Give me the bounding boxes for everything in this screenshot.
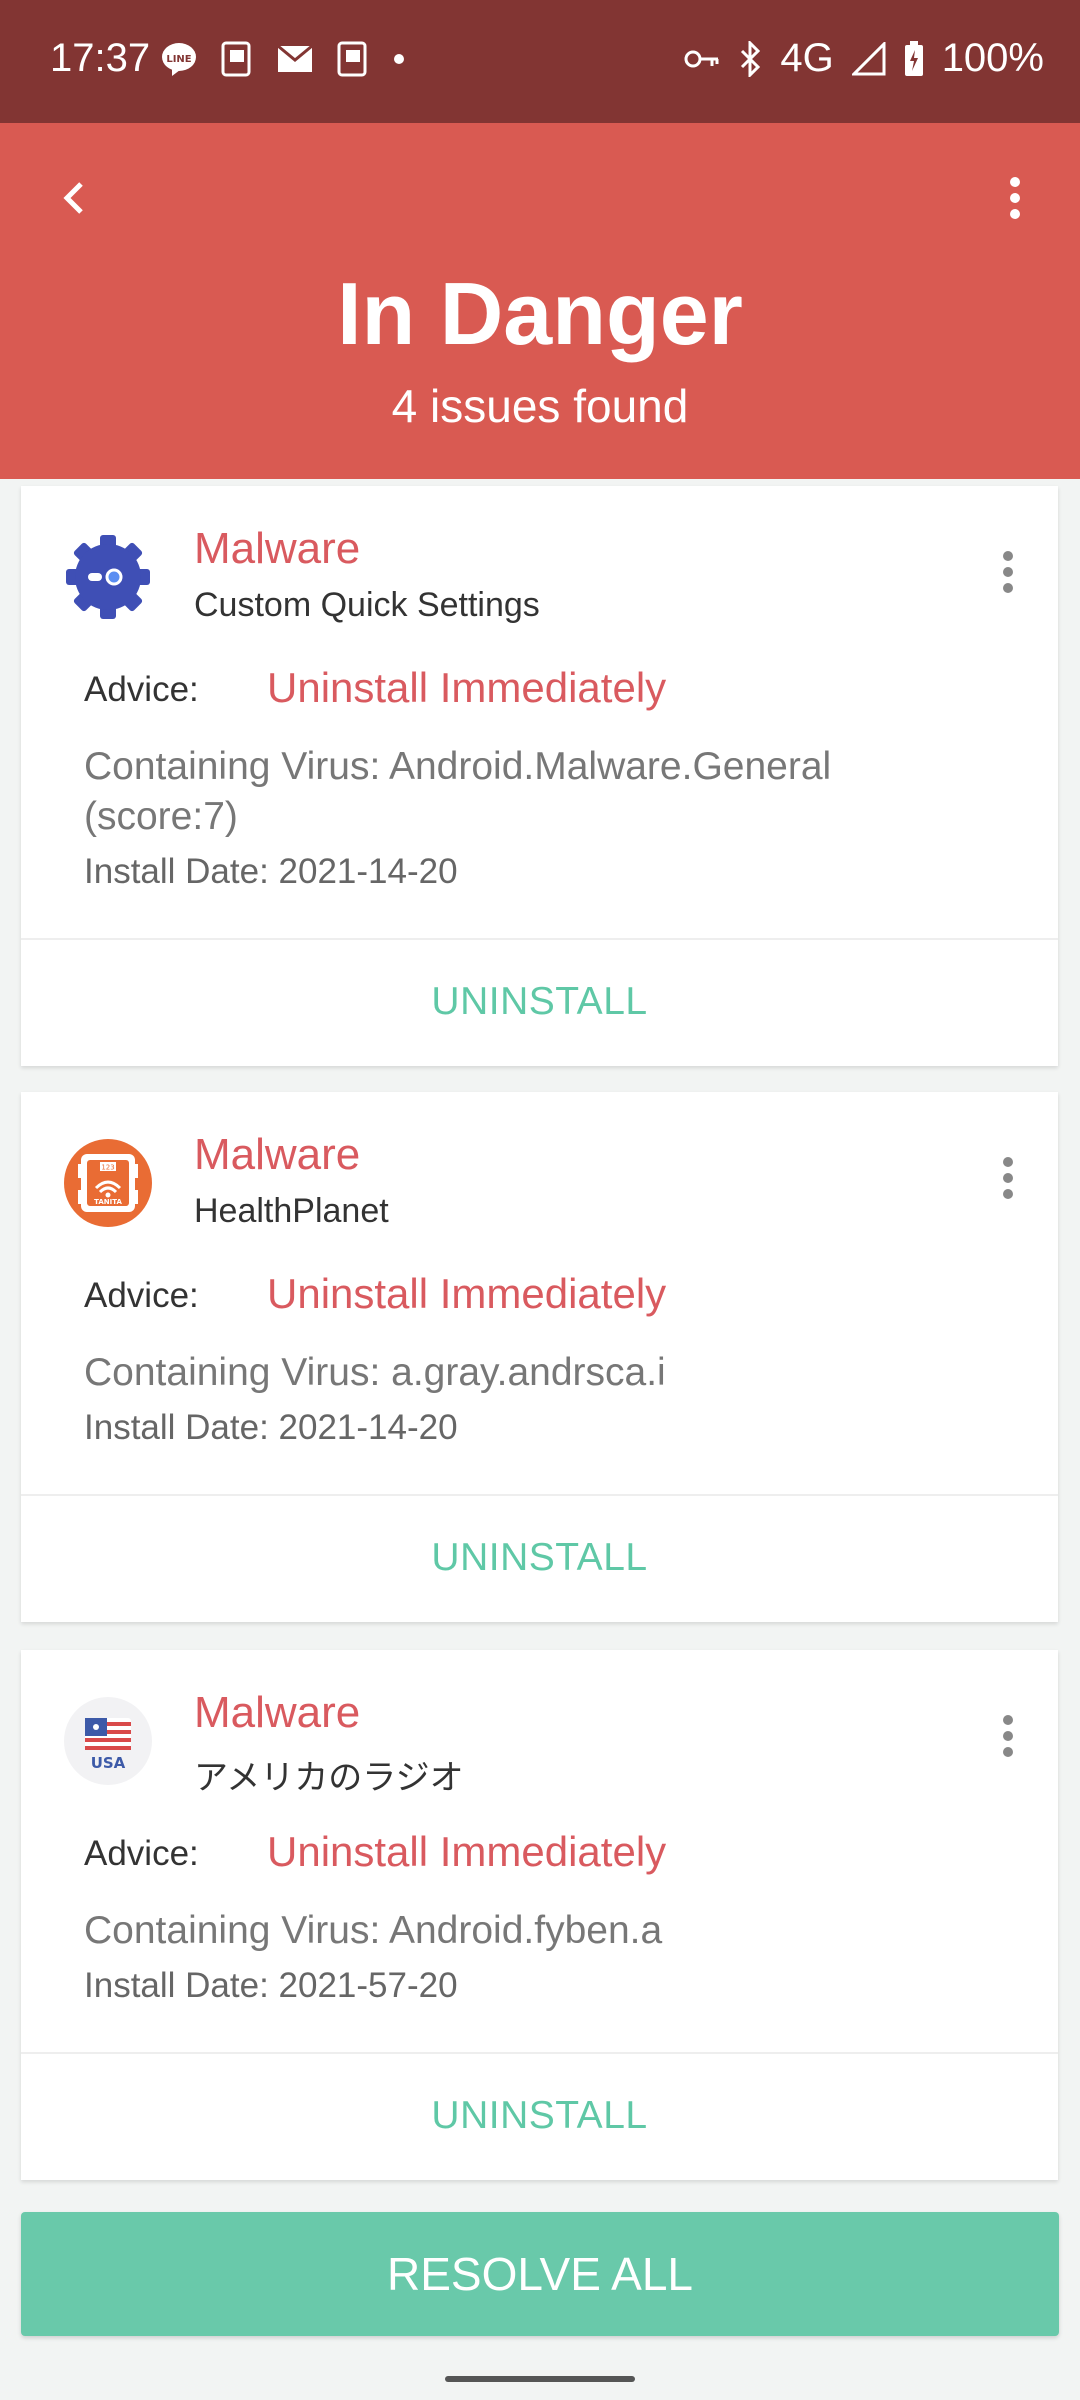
svg-text:LINE: LINE	[166, 54, 191, 65]
install-date: Install Date: 2021-57-20	[84, 1966, 458, 2005]
battery-icon	[904, 40, 924, 77]
bluetooth-icon	[738, 40, 762, 77]
virus-line: Containing Virus: Android.fyben.a	[84, 1909, 663, 1952]
overflow-menu-button[interactable]	[980, 163, 1050, 233]
card-more-button[interactable]	[988, 1148, 1028, 1208]
advice-value: Uninstall Immediately	[267, 664, 667, 711]
notification-icons: LINE	[160, 40, 406, 78]
virus-info: Containing Virus: Android.Malware.Genera…	[84, 742, 1004, 842]
install-date: Install Date: 2021-14-20	[84, 852, 458, 891]
more-vert-icon	[1003, 1715, 1013, 1757]
resolve-all-button[interactable]: RESOLVE ALL	[21, 2212, 1059, 2336]
advice-value: Uninstall Immediately	[267, 1270, 667, 1317]
advice-label: Advice:	[84, 1276, 199, 1315]
notification-icon	[336, 40, 370, 78]
issue-card: Malware Custom Quick Settings Advice: Un…	[21, 486, 1058, 1066]
issues-count: 4 issues found	[391, 380, 689, 432]
advice-label: Advice:	[84, 1834, 199, 1873]
advice-value: Uninstall Immediately	[267, 1828, 667, 1875]
page-title: In Danger	[337, 264, 743, 363]
mail-icon	[276, 44, 314, 74]
divider	[21, 1494, 1058, 1496]
more-vert-icon	[1010, 177, 1020, 219]
card-more-button[interactable]	[988, 1706, 1028, 1766]
usa-flag-icon: USA	[63, 1696, 153, 1786]
uninstall-button[interactable]: UNINSTALL	[21, 980, 1058, 1024]
virus-info: Containing Virus: a.gray.andrsca.i	[84, 1348, 1004, 1398]
status-bar: 17:37 LINE 4G 100%	[0, 0, 1080, 123]
scale-display-text: 123	[101, 1164, 114, 1172]
virus-line: Containing Virus: Android.Malware.Genera…	[84, 745, 832, 788]
uninstall-button[interactable]: UNINSTALL	[21, 2094, 1058, 2138]
back-button[interactable]	[40, 163, 110, 233]
usa-label-text: USA	[91, 1754, 126, 1772]
threat-type: Malware	[194, 1130, 361, 1179]
divider	[21, 938, 1058, 940]
signal-icon	[851, 41, 886, 76]
threat-type: Malware	[194, 1688, 361, 1737]
app-name: HealthPlanet	[194, 1192, 389, 1230]
advice-label: Advice:	[84, 670, 199, 709]
card-more-button[interactable]	[988, 542, 1028, 602]
virus-info: Containing Virus: Android.fyben.a	[84, 1906, 1004, 1956]
danger-header: In Danger 4 issues found	[0, 123, 1080, 479]
install-date: Install Date: 2021-14-20	[84, 1408, 458, 1447]
network-label: 4G	[780, 36, 834, 80]
battery-percent: 100%	[941, 36, 1044, 80]
threat-type: Malware	[194, 524, 361, 573]
divider	[21, 2052, 1058, 2054]
line-icon: LINE	[160, 41, 198, 77]
scale-icon: 123 TANITA	[63, 1138, 153, 1228]
issue-card: USA Malware アメリカのラジオ Advice: Uninstall I…	[21, 1650, 1058, 2180]
gear-icon	[63, 532, 153, 622]
status-right: 4G 100%	[684, 36, 1044, 81]
virus-line: (score:7)	[84, 795, 238, 838]
app-name: Custom Quick Settings	[194, 586, 540, 624]
more-vert-icon	[1003, 551, 1013, 593]
uninstall-button[interactable]: UNINSTALL	[21, 1536, 1058, 1580]
status-time: 17:37	[50, 36, 151, 80]
app-name: アメリカのラジオ	[194, 1759, 464, 1797]
notification-icon	[220, 40, 254, 78]
issue-card: 123 TANITA Malware HealthPlanet Advice: U…	[21, 1092, 1058, 1622]
virus-line: Containing Virus: a.gray.andrsca.i	[84, 1351, 666, 1394]
chevron-left-icon	[63, 182, 83, 214]
home-indicator[interactable]	[445, 2376, 635, 2382]
dot-icon	[392, 52, 406, 66]
vpn-key-icon	[684, 48, 720, 70]
scale-brand-text: TANITA	[94, 1198, 122, 1206]
more-vert-icon	[1003, 1157, 1013, 1199]
